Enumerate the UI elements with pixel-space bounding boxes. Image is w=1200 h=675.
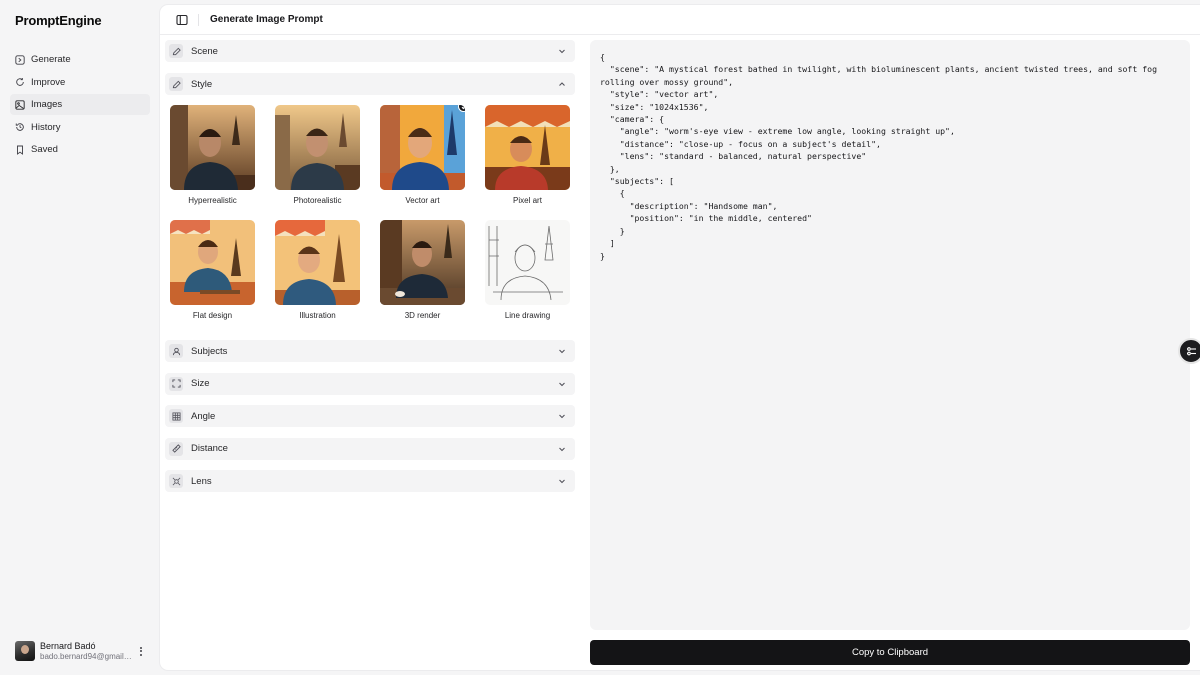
style-thumbnail bbox=[275, 220, 360, 305]
user-icon bbox=[169, 344, 183, 358]
style-option-photorealistic[interactable]: Photorealistic bbox=[275, 105, 360, 205]
style-thumbnail bbox=[380, 220, 465, 305]
sidebar-item-label: Generate bbox=[31, 54, 71, 65]
style-option-vector-art[interactable]: Vector art bbox=[380, 105, 465, 205]
user-email: bado.bernard94@gmail.com bbox=[40, 652, 132, 661]
style-option-label: Pixel art bbox=[513, 196, 542, 205]
style-thumbnail bbox=[275, 105, 360, 190]
section-label: Subjects bbox=[191, 345, 228, 357]
style-option-illustration[interactable]: Illustration bbox=[275, 220, 360, 320]
json-output-panel[interactable]: { "scene": "A mystical forest bathed in … bbox=[590, 40, 1190, 630]
style-option-3d-render[interactable]: 3D render bbox=[380, 220, 465, 320]
sidebar-nav: Generate Improve Images History Saved bbox=[10, 49, 150, 162]
expand-icon bbox=[169, 376, 183, 391]
chevron-down-icon bbox=[559, 349, 565, 354]
grid-icon bbox=[169, 409, 183, 423]
sidebar-item-label: Images bbox=[31, 99, 63, 110]
json-output[interactable]: { "scene": "A mystical forest bathed in … bbox=[600, 51, 1180, 262]
chevron-up-icon bbox=[559, 82, 565, 86]
style-option-label: 3D render bbox=[404, 311, 441, 320]
section-label: Distance bbox=[191, 443, 228, 454]
sidebar-item-saved[interactable]: Saved bbox=[10, 139, 150, 160]
sidebar-item-images[interactable]: Images bbox=[10, 94, 150, 115]
image-icon bbox=[15, 99, 25, 110]
square-arrow-icon bbox=[15, 54, 25, 65]
sidebar-item-history[interactable]: History bbox=[10, 117, 150, 138]
style-thumbnail bbox=[170, 220, 255, 305]
avatar bbox=[15, 641, 35, 661]
section-label: Style bbox=[191, 78, 213, 90]
brand-logo[interactable]: PromptEngine bbox=[15, 13, 102, 28]
bookmark-icon bbox=[17, 145, 23, 155]
ruler-icon bbox=[169, 441, 183, 456]
sidebar-toggle-icon[interactable] bbox=[176, 14, 188, 26]
section-angle[interactable]: Angle bbox=[165, 405, 575, 427]
section-scene[interactable]: Scene bbox=[165, 40, 575, 62]
user-name: Bernard Badó bbox=[40, 641, 96, 651]
chevron-down-icon bbox=[559, 414, 565, 419]
style-option-label: Photorealistic bbox=[293, 196, 342, 205]
user-info: Bernard Badó bado.bernard94@gmail.com bbox=[40, 641, 132, 661]
style-option-label: Vector art bbox=[405, 196, 440, 205]
copy-to-clipboard-button[interactable]: Copy to Clipboard bbox=[590, 640, 1190, 665]
section-label: Lens bbox=[191, 475, 212, 487]
history-icon bbox=[15, 123, 24, 131]
header-divider bbox=[198, 13, 199, 26]
pencil-icon bbox=[169, 44, 183, 58]
sidebar-item-generate[interactable]: Generate bbox=[10, 49, 150, 70]
main-panel: Generate Image Prompt Scene Style Hyperr… bbox=[160, 5, 1200, 670]
style-thumbnail bbox=[380, 105, 465, 190]
section-label: Scene bbox=[191, 45, 218, 57]
chevron-down-icon bbox=[559, 479, 565, 484]
section-style[interactable]: Style bbox=[165, 73, 575, 95]
style-thumbnail bbox=[485, 220, 570, 305]
style-option-label: Hyperrealistic bbox=[188, 196, 237, 205]
section-size[interactable]: Size bbox=[165, 372, 575, 395]
chevron-down-icon bbox=[559, 49, 565, 54]
sidebar-item-label: Improve bbox=[31, 76, 66, 88]
style-option-flat-design[interactable]: Flat design bbox=[170, 220, 255, 320]
style-option-label: Line drawing bbox=[504, 311, 551, 320]
sidebar-item-label: Saved bbox=[31, 144, 58, 155]
user-profile[interactable]: Bernard Badó bado.bernard94@gmail.com bbox=[15, 639, 150, 663]
sliders-icon bbox=[1186, 346, 1196, 355]
section-label: Size bbox=[191, 378, 210, 389]
style-option-pixel-art[interactable]: Pixel art bbox=[485, 105, 570, 205]
aperture-icon bbox=[169, 474, 183, 488]
page-header: Generate Image Prompt bbox=[160, 5, 1200, 35]
section-subjects[interactable]: Subjects bbox=[165, 340, 575, 362]
section-distance[interactable]: Distance bbox=[165, 437, 575, 460]
style-option-label: Flat design bbox=[192, 311, 233, 320]
circle-refresh-icon bbox=[16, 78, 24, 86]
style-thumbnail bbox=[170, 105, 255, 190]
page-title: Generate Image Prompt bbox=[210, 14, 323, 25]
sidebar-item-label: History bbox=[31, 121, 61, 133]
chevron-down-icon bbox=[559, 447, 565, 451]
chevron-down-icon bbox=[559, 382, 565, 386]
more-vertical-icon[interactable] bbox=[136, 644, 146, 658]
style-thumbnail bbox=[485, 105, 570, 190]
settings-toggle-button[interactable] bbox=[1178, 338, 1200, 364]
style-option-line-drawing[interactable]: Line drawing bbox=[485, 220, 570, 320]
sidebar-item-improve[interactable]: Improve bbox=[10, 72, 150, 93]
pencil-icon bbox=[169, 77, 183, 91]
section-lens[interactable]: Lens bbox=[165, 470, 575, 492]
sidebar: PromptEngine Generate Improve Images His… bbox=[0, 0, 160, 675]
style-option-hyperrealistic[interactable]: Hyperrealistic bbox=[170, 105, 255, 205]
section-label: Angle bbox=[191, 410, 216, 422]
style-option-label: Illustration bbox=[299, 311, 336, 320]
